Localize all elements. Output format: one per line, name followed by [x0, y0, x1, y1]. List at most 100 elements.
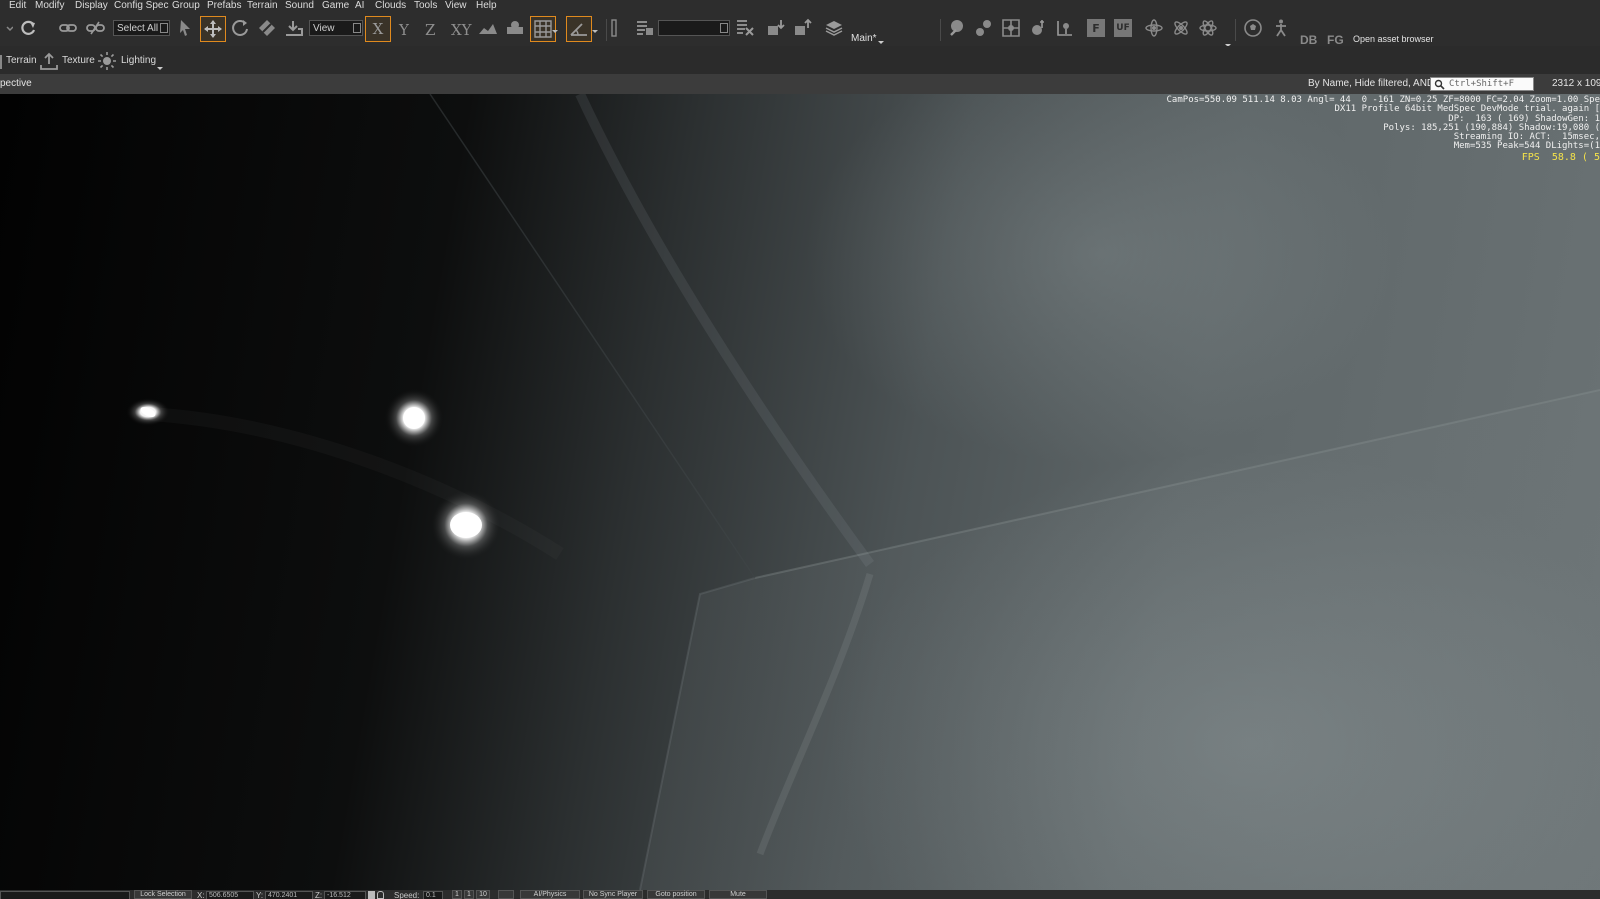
ruler-icon[interactable]	[603, 17, 625, 39]
toolbar-grip-icon	[0, 55, 2, 69]
no-sync-player-button[interactable]: No Sync Player	[583, 890, 643, 899]
goto-position-button[interactable]: Goto position	[647, 890, 705, 899]
menu-modify[interactable]: Modify	[35, 0, 64, 11]
lock-icon[interactable]	[368, 891, 375, 899]
menu-terrain[interactable]: Terrain	[247, 0, 278, 11]
menu-ai[interactable]: AI	[355, 0, 364, 11]
toolbar2-dropdown-icon[interactable]	[157, 67, 163, 70]
prefab-import-icon[interactable]	[765, 17, 787, 39]
filter-label[interactable]: By Name, Hide filtered, AND	[1308, 78, 1434, 90]
texture-icon[interactable]	[38, 50, 60, 72]
menu-edit[interactable]: Edit	[9, 0, 26, 11]
snap-to-objects-icon[interactable]	[504, 17, 526, 39]
menu-display[interactable]: Display	[75, 0, 108, 11]
current-layer-label[interactable]: Main*	[851, 33, 877, 45]
menu-help[interactable]: Help	[476, 0, 497, 11]
soccer-ball-icon[interactable]	[1242, 17, 1264, 39]
menu-sound[interactable]: Sound	[285, 0, 314, 11]
selection-set-combo[interactable]	[658, 20, 730, 36]
menu-prefabs[interactable]: Prefabs	[207, 0, 241, 11]
unlock-icon[interactable]	[377, 891, 384, 899]
search-placeholder: Ctrl+Shift+F	[1449, 79, 1515, 89]
speed-1-button[interactable]: 1	[452, 890, 462, 899]
light-core-3	[450, 512, 482, 538]
z-coord-label: Z:	[315, 891, 323, 899]
redo-icon[interactable]	[17, 17, 39, 39]
particle-settings-icon[interactable]	[1197, 17, 1219, 39]
goto-selection-icon[interactable]	[946, 17, 968, 39]
uf-button-label: UF	[1116, 23, 1130, 33]
select-all-combo[interactable]: Select All	[113, 20, 170, 36]
snap-to-terrain-icon[interactable]	[283, 17, 305, 39]
ai-physics-button[interactable]: AI/Physics	[520, 890, 580, 899]
speed-10-button[interactable]: 10	[476, 890, 490, 899]
search-input[interactable]: Ctrl+Shift+F	[1430, 77, 1534, 91]
menu-game[interactable]: Game	[322, 0, 349, 11]
unlink-icon[interactable]	[84, 17, 106, 39]
hud-memory: Mem=535 Peak=544 DLights=(1	[1453, 141, 1600, 152]
terrain-axis-icon[interactable]	[477, 17, 499, 39]
status-bar: Lock Selection X: 506.6505 Y: 470.2401 Z…	[0, 890, 1600, 899]
rotate-tool-icon[interactable]	[229, 17, 251, 39]
menu-view[interactable]: View	[445, 0, 467, 11]
combo-arrow-icon	[353, 23, 361, 33]
remove-selection-icon[interactable]	[734, 17, 756, 39]
hud-fps: FPS 58.8 ( 5	[1521, 151, 1600, 163]
axis-y-button[interactable]: Y	[399, 21, 409, 39]
layers-icon[interactable]	[823, 17, 845, 39]
toolbar-separator	[940, 19, 941, 41]
fg-button[interactable]: FG	[1327, 33, 1344, 47]
f-button-label: F	[1092, 21, 1100, 35]
z-coord-input[interactable]: -16.512	[324, 891, 366, 899]
uf-button[interactable]: UF	[1114, 19, 1132, 37]
scale-tool-icon[interactable]	[256, 17, 278, 39]
axis-z-button[interactable]: Z	[425, 21, 435, 39]
secondary-toolbar: Terrain Texture Lighting	[0, 46, 1600, 74]
speed-input[interactable]: 0.1	[423, 891, 443, 899]
lighting-icon[interactable]	[96, 50, 118, 72]
physics-icon[interactable]	[973, 17, 995, 39]
viewport-header: pective By Name, Hide filtered, AND Ctrl…	[0, 74, 1600, 94]
object-list-icon[interactable]	[634, 17, 656, 39]
mute-button[interactable]: Mute	[709, 890, 767, 899]
open-asset-browser-button[interactable]: Open asset browser	[1353, 34, 1434, 45]
angle-dropdown-icon[interactable]	[590, 17, 600, 39]
x-coord-input[interactable]: 506.6505	[206, 891, 254, 899]
menu-group[interactable]: Group	[172, 0, 200, 11]
select-pointer-icon[interactable]	[174, 17, 196, 39]
y-coord-label: Y:	[256, 891, 264, 899]
menu-clouds[interactable]: Clouds	[375, 0, 406, 11]
link-icon[interactable]	[57, 17, 79, 39]
status-message-field	[0, 891, 130, 899]
y-coord-input[interactable]: 470.2401	[265, 891, 313, 899]
grid-dropdown-icon[interactable]	[550, 17, 560, 39]
particle-editor-icon[interactable]	[1170, 17, 1192, 39]
view-combo[interactable]: View	[309, 20, 363, 36]
layer-dropdown-icon[interactable]	[878, 41, 884, 44]
undo-dropdown-icon[interactable]	[0, 17, 14, 39]
f-button[interactable]: F	[1087, 19, 1105, 37]
terrain-follow-icon[interactable]	[498, 890, 514, 899]
lock-selection-button[interactable]: Lock Selection	[134, 890, 192, 899]
terrain-hole-icon[interactable]	[1054, 17, 1076, 39]
wall-plane	[640, 390, 1600, 890]
particle-icon[interactable]	[1143, 17, 1165, 39]
speed-2-button[interactable]: 1	[464, 890, 474, 899]
db-button[interactable]: DB	[1300, 33, 1317, 47]
3d-viewport[interactable]: CamPos=550.09 511.14 8.03 Angl= 44 0 -16…	[0, 94, 1600, 890]
axis-x-button[interactable]: X	[365, 16, 391, 42]
move-tool-icon[interactable]	[200, 16, 226, 42]
viewport-title[interactable]: pective	[0, 78, 32, 90]
snap-angle-icon[interactable]	[566, 16, 592, 42]
lighting-tab[interactable]: Lighting	[121, 55, 156, 67]
terrain-tab[interactable]: Terrain	[6, 55, 37, 67]
texture-tab[interactable]: Texture	[62, 55, 95, 67]
prefab-export-icon[interactable]	[792, 17, 814, 39]
menu-tools[interactable]: Tools	[414, 0, 437, 11]
ai-point-icon[interactable]	[1027, 17, 1049, 39]
menu-config-spec[interactable]: Config Spec	[114, 0, 168, 11]
x-coord-label: X:	[197, 891, 205, 899]
axis-xy-button[interactable]: XY	[451, 21, 472, 39]
grid-objects-icon[interactable]	[1000, 17, 1022, 39]
character-icon[interactable]	[1270, 17, 1292, 39]
